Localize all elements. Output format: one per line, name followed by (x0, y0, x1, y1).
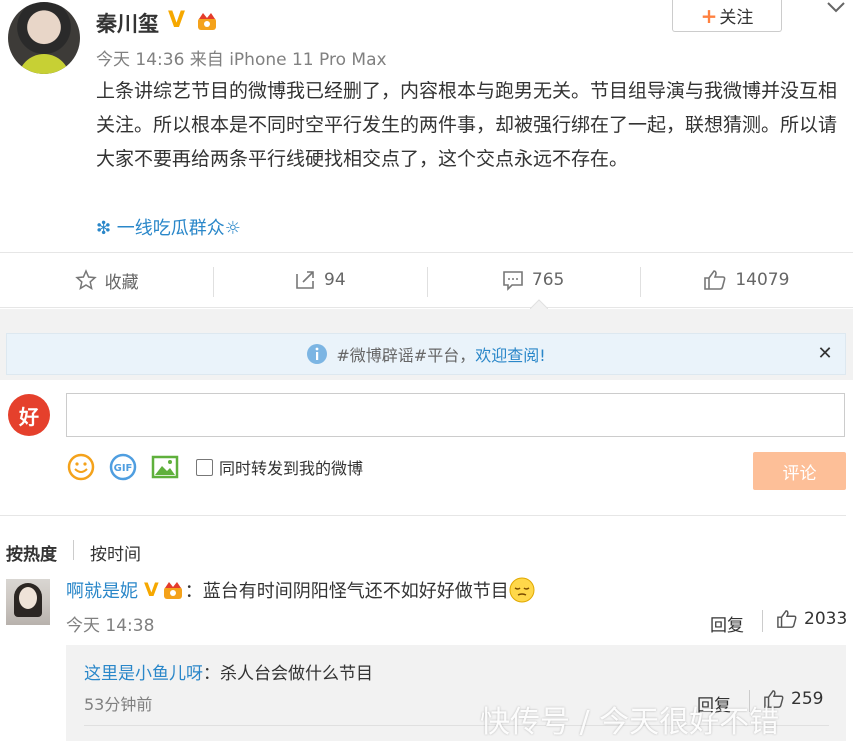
action-bar: 收藏 94 765 14079 (0, 252, 853, 308)
author-name[interactable]: 秦川玺 (96, 8, 159, 38)
comment-text: ：蓝台有时间阴阳怪气还不如好好做节目 (184, 581, 509, 602)
sort-by-time[interactable]: 按时间 (90, 540, 141, 565)
comment-count: 765 (531, 270, 565, 290)
sleepy-emoji-icon (509, 577, 535, 603)
comment-reply-button[interactable]: 回复 (710, 611, 744, 636)
verified-icon: V (168, 8, 186, 33)
author-avatar[interactable] (8, 2, 80, 74)
notice-link[interactable]: 欢迎查阅! (475, 342, 545, 366)
submit-comment-button[interactable]: 评论 (753, 452, 846, 490)
comment-like-button[interactable]: 2033 (776, 609, 847, 629)
comment-action-separator (762, 610, 763, 632)
like-count: 14079 (735, 270, 790, 290)
comment-like-count: 2033 (804, 609, 848, 629)
image-icon[interactable] (150, 452, 180, 482)
follow-button[interactable]: + 关注 (672, 0, 782, 32)
thumbs-up-icon (777, 610, 797, 628)
comment-line: 啊就是妮 V ：蓝台有时间阴阳怪气还不如好好做节目 (66, 577, 535, 603)
emoji-icon[interactable] (66, 452, 96, 482)
plus-icon: + (700, 3, 718, 28)
share-icon (296, 271, 314, 289)
post-text: 上条讲综艺节目的微博我已经删了，内容根本与跑男无关。节目组导演与我微博并没互相关… (96, 80, 838, 170)
repost-checkbox-label: 同时转发到我的微博 (219, 459, 364, 478)
chevron-down-icon[interactable] (826, 0, 846, 16)
commenter-avatar[interactable] (6, 579, 50, 625)
comment-icon (503, 271, 523, 291)
reply-user[interactable]: 这里是小鱼儿呀 (84, 664, 203, 684)
repost-checkbox[interactable]: 同时转发到我的微博 (196, 455, 363, 479)
post-meta: 今天 14:36 来自 iPhone 11 Pro Max (96, 50, 387, 70)
divider (0, 515, 846, 516)
active-tab-caret (530, 299, 548, 309)
gif-icon[interactable]: GIF (108, 452, 138, 482)
thumbs-up-icon (704, 270, 726, 290)
repost-button[interactable]: 94 (213, 253, 426, 307)
verified-icon: V (144, 579, 159, 601)
svg-text:GIF: GIF (114, 463, 133, 474)
commenter-name[interactable]: 啊就是妮 (66, 577, 138, 603)
notice-text: #微博辟谣#平台， (336, 346, 476, 365)
crown-badge-icon (163, 582, 182, 599)
rumor-notice: #微博辟谣#平台， 欢迎查阅! (6, 333, 846, 375)
composer-tools: GIF (66, 452, 192, 482)
checkbox-icon[interactable] (196, 458, 213, 476)
reply-line: 这里是小鱼儿呀：杀人台会做什么节目 (84, 659, 373, 684)
crown-badge-icon (198, 13, 216, 30)
sort-by-hot[interactable]: 按热度 (6, 540, 57, 565)
comment-input[interactable] (66, 393, 845, 437)
close-icon[interactable]: ✕ (815, 344, 835, 364)
info-icon (307, 344, 328, 364)
favorite-button[interactable]: 收藏 (0, 253, 213, 307)
star-icon (74, 269, 97, 290)
my-avatar[interactable]: 好 (8, 394, 50, 436)
comment-time: 今天 14:38 (66, 616, 155, 636)
favorite-label: 收藏 (104, 272, 139, 293)
sort-separator (73, 540, 74, 560)
reply-like-count: 259 (791, 689, 824, 709)
reply-time: 53分钟前 (84, 695, 153, 714)
watermark: 快传号 / 今天很好不错 (480, 705, 780, 740)
repost-count: 94 (324, 270, 346, 290)
topic-link[interactable]: ❇ 一线吃瓜群众☼ (96, 214, 241, 240)
reply-text: ：杀人台会做什么节目 (203, 664, 373, 684)
like-button[interactable]: 14079 (639, 253, 853, 307)
